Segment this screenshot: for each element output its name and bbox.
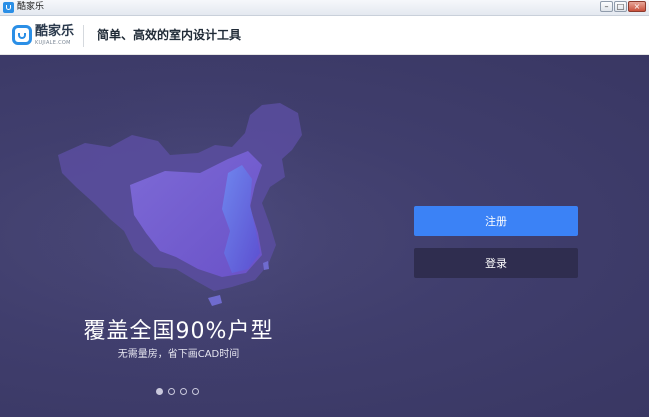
carousel-indicator [156, 388, 199, 395]
minimize-button[interactable]: – [600, 1, 613, 12]
main-panel: 覆盖全国90%户型 无需量房，省下画CAD时间 注册 登录 [0, 55, 649, 417]
slogan: 简单、高效的室内设计工具 [97, 28, 242, 42]
carousel-dot-1[interactable] [156, 388, 163, 395]
login-button[interactable]: 登录 [414, 248, 578, 278]
window-title: 酷家乐 [17, 2, 45, 12]
app-header: 酷家乐 KUJIALE.COM 简单、高效的室内设计工具 [0, 16, 649, 55]
window-titlebar: 酷家乐 – □ × [0, 0, 649, 16]
window-controls: – □ × [600, 1, 646, 12]
kujiale-logo-icon [12, 25, 32, 45]
hero-headline: 覆盖全国90%户型 [83, 319, 274, 344]
hero-subline: 无需量房，省下画CAD时间 [117, 349, 240, 360]
carousel-dot-4[interactable] [192, 388, 199, 395]
logo-subtext: KUJIALE.COM [35, 40, 71, 46]
carousel-dot-2[interactable] [168, 388, 175, 395]
register-button[interactable]: 注册 [414, 206, 578, 236]
header-divider [83, 25, 84, 47]
app-logo-icon [3, 2, 14, 13]
carousel-dot-3[interactable] [180, 388, 187, 395]
close-button[interactable]: × [628, 1, 646, 12]
maximize-button[interactable]: □ [614, 1, 627, 12]
china-map-illustration [35, 55, 375, 390]
logo-text: 酷家乐 [35, 24, 75, 39]
